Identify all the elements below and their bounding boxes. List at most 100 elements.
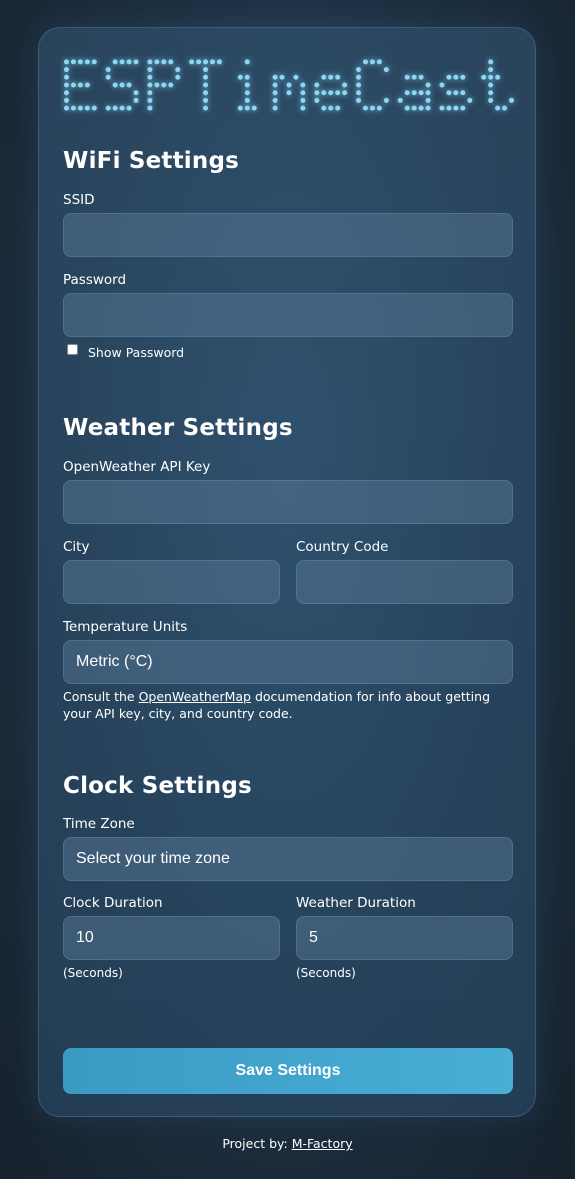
weather-duration-label: Weather Duration	[296, 895, 416, 911]
logo-dot	[356, 74, 362, 80]
logo-dot	[112, 82, 118, 88]
logo-dot	[84, 105, 90, 111]
logo-dot	[161, 59, 167, 65]
logo-dot	[356, 67, 362, 73]
logo-dot	[328, 74, 334, 80]
logo-dot	[411, 74, 417, 80]
logo-dot	[439, 105, 445, 111]
weather-duration-input[interactable]	[296, 916, 513, 960]
logo-dot	[154, 59, 160, 65]
logo-dot	[488, 74, 494, 80]
city-label: City	[63, 539, 90, 555]
logo-dot	[467, 97, 473, 103]
logo-dot	[328, 105, 334, 111]
logo-dot	[147, 67, 153, 73]
logo-dot	[112, 105, 118, 111]
logo-dot	[147, 90, 153, 96]
logo-dot	[404, 74, 410, 80]
logo-dot	[446, 74, 452, 80]
logo-dot	[404, 90, 410, 96]
logo-dot	[362, 59, 368, 65]
logo-dot	[495, 74, 501, 80]
logo-dot	[425, 97, 431, 103]
logo-dot	[196, 59, 202, 65]
logo-dot	[244, 97, 250, 103]
logo-dot	[203, 82, 209, 88]
logo-dot	[84, 59, 90, 65]
clock-heading: Clock Settings	[63, 773, 252, 799]
logo-dot	[70, 59, 76, 65]
logo-dot	[488, 67, 494, 73]
logo-dot	[63, 59, 69, 65]
logo-dot	[488, 59, 494, 65]
note-prefix: Consult the	[63, 689, 139, 704]
logo-dot	[397, 97, 403, 103]
country-code-label: Country Code	[296, 539, 389, 555]
logo-dot	[203, 105, 209, 111]
logo-dot	[376, 59, 382, 65]
logo-dot	[77, 59, 83, 65]
logo-dot	[251, 105, 257, 111]
logo-dot	[203, 59, 209, 65]
country-code-input[interactable]	[296, 560, 513, 604]
city-input[interactable]	[63, 560, 280, 604]
logo-dot	[189, 59, 195, 65]
weather-heading: Weather Settings	[63, 415, 293, 441]
temperature-units-label: Temperature Units	[63, 619, 188, 635]
time-zone-value: Select your time zone	[76, 850, 230, 867]
show-password-checkbox[interactable]	[67, 344, 78, 355]
logo-dot	[328, 90, 334, 96]
m-factory-link[interactable]: M-Factory	[292, 1136, 353, 1151]
logo-dot	[203, 74, 209, 80]
logo-dot	[335, 105, 341, 111]
logo-dot	[509, 97, 515, 103]
logo-dot	[418, 105, 424, 111]
save-settings-button[interactable]: Save Settings	[63, 1048, 513, 1094]
temperature-units-select[interactable]: Metric (°C)	[63, 640, 513, 684]
clock-duration-unit: (Seconds)	[63, 966, 123, 980]
logo-dot	[425, 90, 431, 96]
logo-dot	[411, 90, 417, 96]
logo-dot	[272, 90, 278, 96]
logo-dot	[439, 82, 445, 88]
password-input[interactable]	[63, 293, 513, 337]
logo-dot	[133, 90, 139, 96]
api-key-input[interactable]	[63, 480, 513, 524]
logo-dot	[314, 82, 320, 88]
openweathermap-link[interactable]: OpenWeatherMap	[139, 689, 251, 704]
logo-dot	[147, 74, 153, 80]
logo-dot	[168, 59, 174, 65]
logo-dot	[362, 105, 368, 111]
logo-dot	[300, 90, 306, 96]
logo-dot	[481, 74, 487, 80]
logo-dot	[70, 105, 76, 111]
logo-dot	[369, 59, 375, 65]
logo-dot	[237, 105, 243, 111]
logo-dot	[460, 90, 466, 96]
logo-dot	[453, 90, 459, 96]
logo-dot	[293, 74, 299, 80]
logo-dot	[244, 74, 250, 80]
logo-dot	[383, 67, 389, 73]
clock-duration-input[interactable]	[63, 916, 280, 960]
logo-dot	[446, 105, 452, 111]
logo-dot	[495, 105, 501, 111]
logo-dot	[488, 97, 494, 103]
logo-dot	[314, 97, 320, 103]
logo-dot	[154, 82, 160, 88]
logo-dot	[342, 90, 348, 96]
clock-duration-label: Clock Duration	[63, 895, 163, 911]
time-zone-select[interactable]: Select your time zone	[63, 837, 513, 881]
logo-dot	[91, 59, 97, 65]
logo-dot	[126, 105, 132, 111]
logo-dot	[460, 105, 466, 111]
logo-dot	[335, 74, 341, 80]
weather-duration-unit: (Seconds)	[296, 966, 356, 980]
app-logo	[63, 59, 515, 111]
logo-dot	[126, 59, 132, 65]
show-password-label[interactable]: Show Password	[88, 345, 184, 360]
footer-prefix: Project by:	[222, 1136, 292, 1151]
logo-dot	[286, 82, 292, 88]
password-label: Password	[63, 272, 127, 288]
ssid-input[interactable]	[63, 213, 513, 257]
